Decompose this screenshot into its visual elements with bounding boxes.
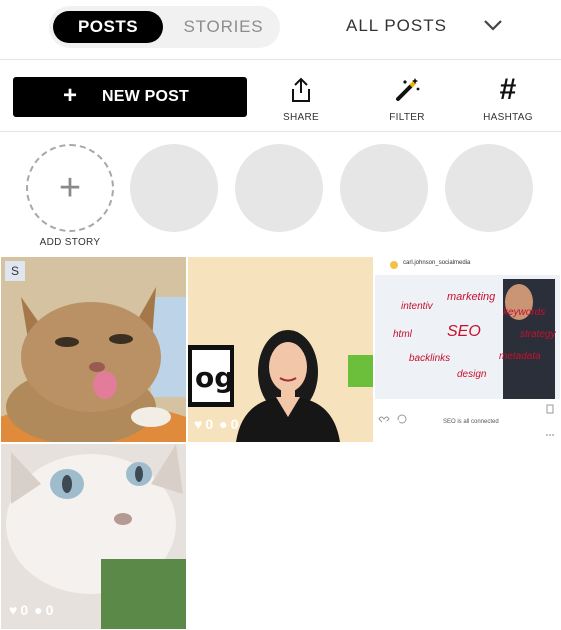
comment-icon[interactable]: ● xyxy=(219,416,227,432)
tab-posts[interactable]: POSTS xyxy=(53,11,163,43)
plus-icon: + xyxy=(63,82,78,109)
share-icon xyxy=(292,77,310,102)
toolbar: + NEW POST SHARE FILTER # HASHTAG xyxy=(0,61,561,132)
likes-count: 0 xyxy=(20,602,29,618)
comments-count: 0 xyxy=(230,416,239,432)
top-bar: POSTS STORIES ALL POSTS xyxy=(0,0,561,60)
seo-word: SEO xyxy=(447,323,481,340)
comment-icon[interactable]: ● xyxy=(406,416,414,432)
new-post-label: NEW POST xyxy=(102,88,189,105)
new-post-button[interactable]: + NEW POST xyxy=(13,77,247,117)
comment-icon[interactable]: ● xyxy=(34,602,42,618)
seo-word: metadata xyxy=(499,351,541,362)
filter-button[interactable]: FILTER xyxy=(377,75,437,127)
posts-stories-toggle: POSTS STORIES xyxy=(49,6,280,48)
stories-row: + ADD STORY xyxy=(0,133,561,255)
story-placeholder[interactable] xyxy=(445,144,533,232)
hashtag-icon: # xyxy=(499,73,517,106)
post-stats: ♥ 0 ● 0 xyxy=(194,416,244,432)
filter-label: FILTER xyxy=(389,112,425,123)
hashtag-label: HASHTAG xyxy=(483,112,533,123)
post-tile[interactable]: ♥ 0 ● 0 xyxy=(1,444,186,629)
monitor-text: og xyxy=(195,361,234,394)
plus-icon: + xyxy=(58,166,82,209)
post-account: carl.johnson_socialmedia xyxy=(403,260,471,266)
chevron-down-icon[interactable] xyxy=(482,17,504,33)
seo-word: keywords xyxy=(503,307,546,318)
seo-post-image xyxy=(375,257,560,442)
post-tile[interactable]: carl.johnson_socialmedia SEO is all conn… xyxy=(375,257,560,442)
post-badge: S xyxy=(5,261,25,281)
cat-photo xyxy=(1,257,186,442)
likes-count: 0 xyxy=(392,416,401,432)
comments-count: 0 xyxy=(45,602,54,618)
heart-icon[interactable]: ♥ xyxy=(194,416,202,432)
share-button[interactable]: SHARE xyxy=(271,75,331,127)
seo-word: marketing xyxy=(447,291,496,303)
woman-illustration: og xyxy=(188,257,373,442)
comments-count: 0 xyxy=(417,416,426,432)
magic-wand-icon xyxy=(396,78,420,101)
posts-filter-select[interactable]: ALL POSTS xyxy=(346,16,447,36)
heart-icon[interactable]: ♥ xyxy=(9,602,17,618)
story-placeholder[interactable] xyxy=(235,144,323,232)
add-story-label: ADD STORY xyxy=(39,237,101,248)
seo-word: strategy xyxy=(520,329,556,340)
seo-word: design xyxy=(457,369,487,380)
tab-stories[interactable]: STORIES xyxy=(171,11,276,43)
post-stats: ♥ 0 ● 0 xyxy=(381,416,431,432)
post-caption: SEO is all connected xyxy=(443,419,499,425)
story-placeholder[interactable] xyxy=(340,144,428,232)
likes-count: 0 xyxy=(205,416,214,432)
post-tile[interactable]: S xyxy=(1,257,186,442)
add-story-button[interactable]: + xyxy=(26,144,114,232)
story-placeholder[interactable] xyxy=(130,144,218,232)
post-tile[interactable]: og ♥ 0 ● 0 xyxy=(188,257,373,442)
post-stats: ♥ 0 ● 0 xyxy=(9,602,59,618)
seo-word: backlinks xyxy=(409,353,451,364)
share-label: SHARE xyxy=(283,112,319,123)
heart-icon[interactable]: ♥ xyxy=(381,416,389,432)
seo-word: intentiv xyxy=(401,301,433,312)
seo-word: html xyxy=(393,329,412,340)
hashtag-button[interactable]: # HASHTAG xyxy=(478,75,538,127)
